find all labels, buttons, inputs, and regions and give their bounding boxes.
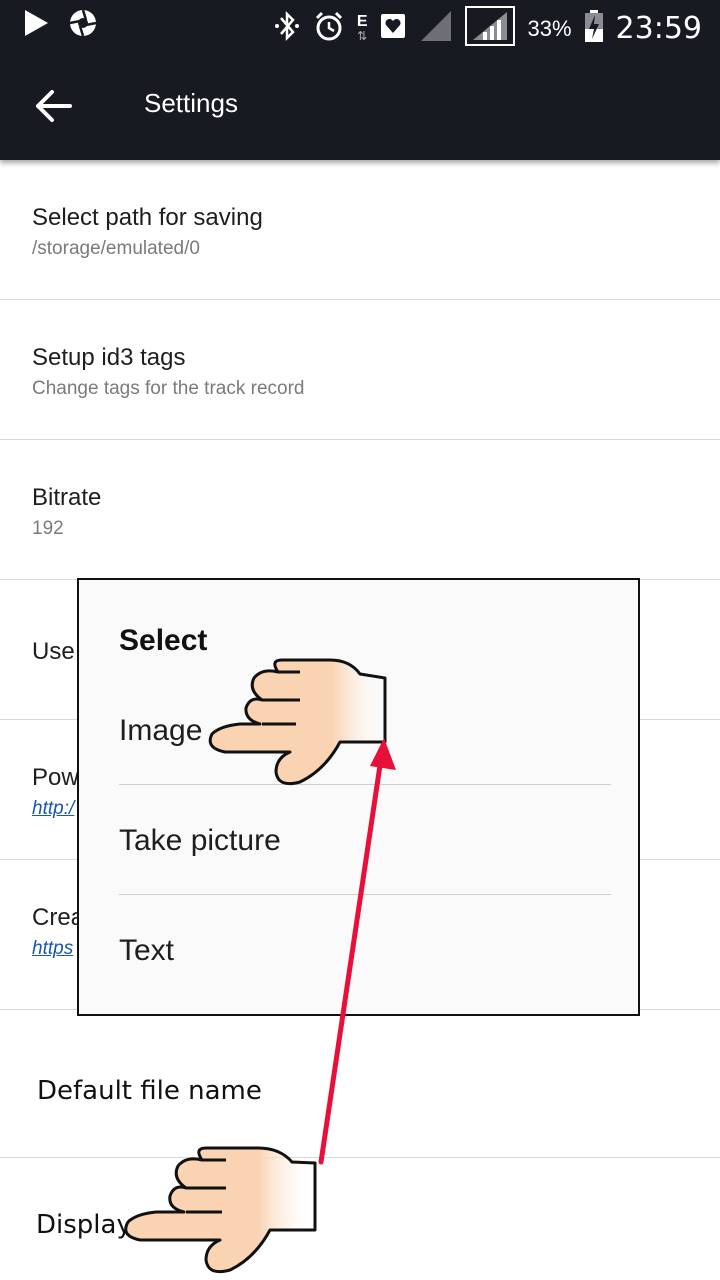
pointing-hand-icon xyxy=(208,658,387,786)
tutorial-overlay xyxy=(124,658,396,1274)
pointing-hand-icon xyxy=(124,1146,317,1274)
red-arrow-icon xyxy=(318,738,396,1165)
